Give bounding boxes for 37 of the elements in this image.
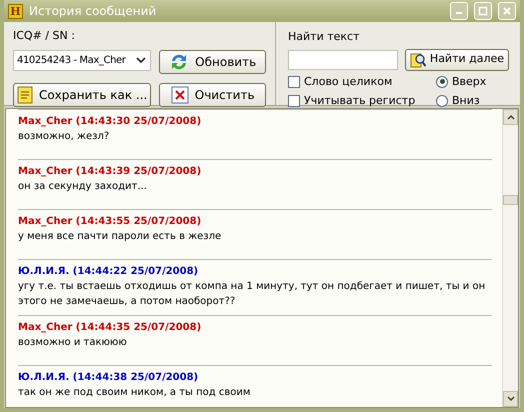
message-header: Ю.Л.И.Я. (14:44:22 25/07/2008) [18, 265, 200, 279]
search-label: Найти текст [288, 29, 360, 45]
message-header: Max_Cher (14:44:35 25/07/2008) [18, 321, 202, 335]
magnifier-document-icon [410, 52, 426, 68]
message-text: так он же под своим ником, а ты под своим [18, 386, 252, 400]
scroll-up-icon[interactable] [503, 109, 518, 125]
message-header: Ю.Л.И.Я. (14:44:38 25/07/2008) [18, 371, 200, 385]
window-title: История сообщений [29, 3, 158, 20]
scroll-down-icon[interactable] [503, 391, 518, 407]
radio-button[interactable] [436, 76, 448, 88]
radio-button[interactable] [436, 95, 448, 108]
radio-label: Вниз [452, 93, 480, 109]
radio-label: Вверх [452, 74, 486, 90]
message-header: Max_Cher (14:43:55 25/07/2008) [18, 215, 202, 229]
checkbox-label: Учитывать регистр [304, 93, 416, 109]
document-icon [16, 86, 33, 104]
checkbox-label: Слово целиком [304, 74, 392, 90]
find-next-button[interactable]: Найти далее [405, 48, 509, 70]
chevron-down-icon [136, 56, 146, 64]
contact-dropdown[interactable]: 410254243 - Max_Cher [13, 50, 152, 70]
clear-button[interactable]: Очистить [159, 82, 266, 106]
save-button[interactable]: Сохранить как ... [13, 82, 152, 106]
message-text: возможно, жезл? [18, 130, 110, 144]
app-logo-icon: H [8, 4, 23, 18]
cross-mark-icon [170, 86, 189, 104]
search-field[interactable] [288, 50, 398, 70]
checkbox[interactable] [288, 76, 300, 88]
message-header: Max_Cher (14:43:30 25/07/2008) [18, 115, 202, 129]
scroll-thumb[interactable] [503, 195, 518, 205]
message-text: угу т.е. ты встаешь отходишь от компа на 1 минуту, тут он подбегает и пишет, ты и он этого не замечаешь, а потом наоборот?? [18, 280, 486, 309]
contact-label: ICQ# / SN : [13, 28, 76, 44]
message-text: у меня все пачти пароли есть в жезле [18, 230, 222, 244]
message-header: Max_Cher (14:43:39 25/07/2008) [18, 165, 202, 179]
refresh-button[interactable]: Обновить [159, 50, 266, 74]
message-text: возможно и такююю [18, 336, 128, 350]
message-text: он за секунду заходит... [18, 180, 148, 194]
checkbox[interactable] [288, 95, 300, 108]
